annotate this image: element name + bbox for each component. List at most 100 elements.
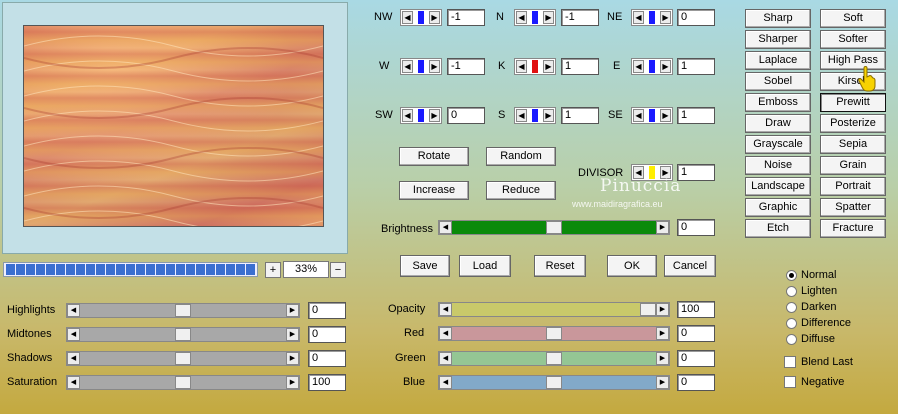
channel-input[interactable]: 100 [677, 301, 715, 318]
matrix-input-w[interactable]: -1 [447, 58, 485, 75]
spinner-thumb[interactable] [532, 60, 538, 73]
reset-button[interactable]: Reset [534, 255, 586, 277]
divisor-input[interactable]: 1 [677, 164, 715, 181]
save-button[interactable]: Save [400, 255, 450, 277]
arrow-right-icon[interactable]: ▶ [660, 60, 671, 73]
arrow-right-icon[interactable]: ▶ [543, 11, 554, 24]
preset-noise-button[interactable]: Noise [745, 156, 811, 175]
spinner-thumb[interactable] [418, 109, 424, 122]
matrix-spinner-w[interactable]: ◀ ▶ [400, 58, 442, 75]
arrow-left-icon[interactable]: ◀ [633, 11, 644, 24]
zoom-out-button[interactable]: − [330, 262, 346, 278]
slider-thumb[interactable] [546, 327, 562, 340]
preset-spatter-button[interactable]: Spatter [820, 198, 886, 217]
blend-radio-difference[interactable] [786, 318, 797, 329]
arrow-left-icon[interactable]: ◀ [439, 327, 452, 340]
random-button[interactable]: Random [486, 147, 556, 166]
negative-checkbox[interactable] [784, 376, 796, 388]
preset-laplace-button[interactable]: Laplace [745, 51, 811, 70]
arrow-left-icon[interactable]: ◀ [633, 109, 644, 122]
spinner-thumb[interactable] [418, 11, 424, 24]
zoom-field[interactable]: 33% [283, 261, 329, 278]
reduce-button[interactable]: Reduce [486, 181, 556, 200]
arrow-right-icon[interactable]: ▶ [429, 109, 440, 122]
slider-thumb[interactable] [175, 376, 191, 389]
preset-kirsch-button[interactable]: Kirsch [820, 72, 886, 91]
matrix-input-se[interactable]: 1 [677, 107, 715, 124]
arrow-left-icon[interactable]: ◀ [439, 303, 452, 316]
slider-thumb[interactable] [546, 221, 562, 234]
arrow-left-icon[interactable]: ◀ [439, 352, 452, 365]
arrow-left-icon[interactable]: ◀ [402, 109, 413, 122]
arrow-right-icon[interactable]: ▶ [543, 109, 554, 122]
arrow-left-icon[interactable]: ◀ [633, 60, 644, 73]
matrix-spinner-s[interactable]: ◀ ▶ [514, 107, 556, 124]
arrow-right-icon[interactable]: ▶ [656, 376, 669, 389]
matrix-input-k[interactable]: 1 [561, 58, 599, 75]
matrix-spinner-e[interactable]: ◀ ▶ [631, 58, 673, 75]
slider-thumb[interactable] [175, 328, 191, 341]
preset-grain-button[interactable]: Grain [820, 156, 886, 175]
channel-slider[interactable]: ◀ ▶ [438, 326, 670, 341]
channel-input[interactable]: 0 [677, 350, 715, 367]
preset-high-pass-button[interactable]: High Pass [820, 51, 886, 70]
cancel-button[interactable]: Cancel [664, 255, 716, 277]
arrow-left-icon[interactable]: ◀ [67, 352, 80, 365]
arrow-right-icon[interactable]: ▶ [429, 11, 440, 24]
channel-input[interactable]: 0 [677, 374, 715, 391]
blend-radio-lighten[interactable] [786, 286, 797, 297]
preset-soft-button[interactable]: Soft [820, 9, 886, 28]
matrix-spinner-nw[interactable]: ◀ ▶ [400, 9, 442, 26]
arrow-right-icon[interactable]: ▶ [656, 352, 669, 365]
preset-etch-button[interactable]: Etch [745, 219, 811, 238]
blend-radio-normal[interactable] [786, 270, 797, 281]
preset-draw-button[interactable]: Draw [745, 114, 811, 133]
matrix-input-nw[interactable]: -1 [447, 9, 485, 26]
arrow-left-icon[interactable]: ◀ [516, 11, 527, 24]
channel-input[interactable]: 0 [677, 325, 715, 342]
arrow-left-icon[interactable]: ◀ [439, 376, 452, 389]
spinner-thumb[interactable] [532, 109, 538, 122]
preset-prewitt-button[interactable]: Prewitt [820, 93, 886, 112]
arrow-left-icon[interactable]: ◀ [516, 109, 527, 122]
preset-sepia-button[interactable]: Sepia [820, 135, 886, 154]
matrix-input-n[interactable]: -1 [561, 9, 599, 26]
arrow-left-icon[interactable]: ◀ [402, 11, 413, 24]
blend-radio-diffuse[interactable] [786, 334, 797, 345]
matrix-spinner-sw[interactable]: ◀ ▶ [400, 107, 442, 124]
arrow-right-icon[interactable]: ▶ [656, 303, 669, 316]
arrow-right-icon[interactable]: ▶ [656, 327, 669, 340]
preset-posterize-button[interactable]: Posterize [820, 114, 886, 133]
channel-slider[interactable]: ◀ ▶ [438, 375, 670, 390]
arrow-left-icon[interactable]: ◀ [402, 60, 413, 73]
preset-grayscale-button[interactable]: Grayscale [745, 135, 811, 154]
arrow-right-icon[interactable]: ▶ [286, 376, 299, 389]
arrow-right-icon[interactable]: ▶ [656, 221, 669, 234]
matrix-input-ne[interactable]: 0 [677, 9, 715, 26]
arrow-left-icon[interactable]: ◀ [439, 221, 452, 234]
spinner-thumb[interactable] [649, 109, 655, 122]
matrix-input-s[interactable]: 1 [561, 107, 599, 124]
spinner-thumb[interactable] [649, 11, 655, 24]
arrow-right-icon[interactable]: ▶ [543, 60, 554, 73]
arrow-right-icon[interactable]: ▶ [286, 328, 299, 341]
tone-input[interactable]: 0 [308, 326, 346, 343]
tone-slider[interactable]: ◀ ▶ [66, 375, 300, 390]
arrow-left-icon[interactable]: ◀ [516, 60, 527, 73]
preset-softer-button[interactable]: Softer [820, 30, 886, 49]
matrix-spinner-ne[interactable]: ◀ ▶ [631, 9, 673, 26]
arrow-right-icon[interactable]: ▶ [429, 60, 440, 73]
tone-input[interactable]: 0 [308, 350, 346, 367]
tone-slider[interactable]: ◀ ▶ [66, 327, 300, 342]
slider-thumb[interactable] [175, 304, 191, 317]
preset-fracture-button[interactable]: Fracture [820, 219, 886, 238]
spinner-thumb[interactable] [418, 60, 424, 73]
preset-sobel-button[interactable]: Sobel [745, 72, 811, 91]
brightness-slider[interactable]: ◀ ▶ [438, 220, 670, 235]
zoom-in-button[interactable]: + [265, 262, 281, 278]
preview-image[interactable] [23, 25, 324, 227]
preset-sharper-button[interactable]: Sharper [745, 30, 811, 49]
preset-graphic-button[interactable]: Graphic [745, 198, 811, 217]
arrow-left-icon[interactable]: ◀ [67, 328, 80, 341]
tone-slider[interactable]: ◀ ▶ [66, 303, 300, 318]
